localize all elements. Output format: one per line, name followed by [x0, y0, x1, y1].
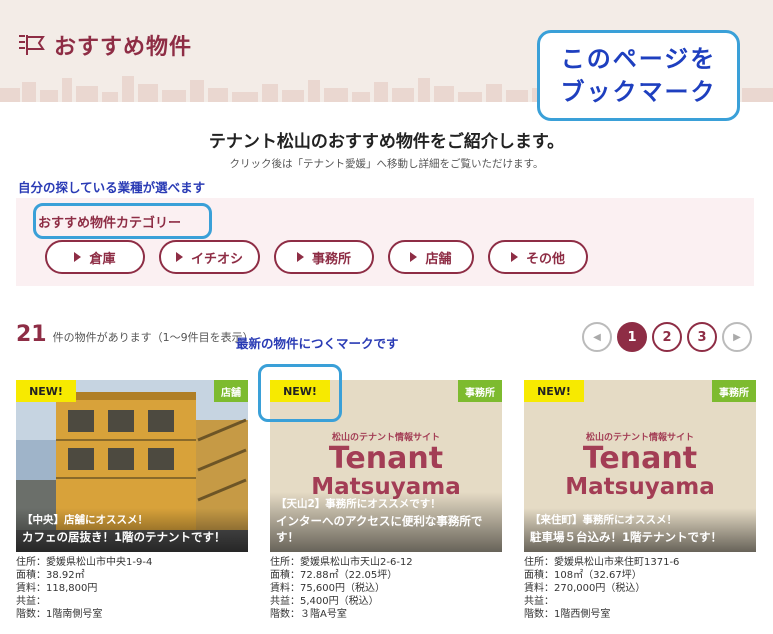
intro-title: テナント松山のおすすめ物件をご紹介します。 — [208, 132, 565, 152]
result-count: 21 件の物件があります（1〜9件目を表示） — [16, 322, 254, 347]
flag-icon — [19, 35, 45, 55]
new-badge: NEW! — [524, 380, 584, 402]
category-badge: 事務所 — [712, 380, 756, 402]
property-info: 住所：愛媛県松山市中央1-9-4 面積：38.92㎡ 賃料：118,800円 共… — [16, 557, 153, 620]
pager-page-3[interactable]: 3 — [687, 322, 717, 352]
header-title: おすすめ物件 — [16, 29, 192, 61]
category-button-store[interactable]: 店舗 — [388, 240, 474, 274]
pager-page-2[interactable]: 2 — [652, 322, 682, 352]
category-panel: おすすめ物件カテゴリー 倉庫 イチオシ 事務所 店舗 その他 — [16, 198, 754, 286]
category-annotation: 自分の探している業種が選べます — [18, 180, 206, 195]
pagination: ◀ 1 2 3 ▶ — [582, 322, 752, 352]
tenant-matsuyama-logo: 松山のテナント情報サイト Tenant Matsuyama — [311, 433, 461, 500]
new-badge-highlight-ring — [258, 364, 342, 422]
pager-prev-button[interactable]: ◀ — [582, 322, 612, 352]
bookmark-callout[interactable]: このページを ブックマーク — [537, 30, 740, 121]
card-caption: 【天山2】事務所にオススメです！ インターへのアクセスに便利な事務所です！ — [270, 492, 502, 552]
play-icon — [175, 252, 183, 262]
page-title: おすすめ物件 — [54, 35, 193, 60]
category-button-featured[interactable]: イチオシ — [159, 240, 260, 274]
pager-page-1[interactable]: 1 — [617, 322, 647, 352]
bookmark-line-1: このページを — [560, 44, 717, 73]
property-info: 住所：愛媛県松山市来住町1371-6 面積：108㎡（32.67坪） 賃料：27… — [524, 557, 680, 620]
intro-subtitle: クリック後は「テナント愛媛」へ移動し詳細をご覧いただけます。 — [229, 158, 544, 170]
category-button-other[interactable]: その他 — [488, 240, 588, 274]
bookmark-line-2: ブックマーク — [560, 77, 717, 106]
category-label: おすすめ物件カテゴリー — [38, 216, 182, 231]
category-badge: 店舗 — [214, 380, 248, 402]
play-icon — [510, 252, 518, 262]
category-badge: 事務所 — [458, 380, 502, 402]
property-card[interactable]: 松山のテナント情報サイト Tenant Matsuyama NEW! 事務所 【… — [524, 380, 756, 621]
result-count-text: 件の物件があります（1〜9件目を表示） — [52, 331, 254, 344]
property-photo[interactable]: NEW! 店舗 【中央】店舗にオススメ！ カフェの居抜き！1階のテナントです！ — [16, 380, 248, 552]
category-button-warehouse[interactable]: 倉庫 — [45, 240, 145, 274]
play-icon — [296, 252, 304, 262]
play-icon — [410, 252, 418, 262]
play-icon — [74, 252, 82, 262]
card-caption: 【中央】店舗にオススメ！ カフェの居抜き！1階のテナントです！ — [16, 508, 248, 552]
category-buttons: 倉庫 イチオシ 事務所 店舗 その他 — [45, 240, 588, 274]
tenant-matsuyama-logo: 松山のテナント情報サイト Tenant Matsuyama — [565, 433, 715, 500]
category-button-office[interactable]: 事務所 — [274, 240, 374, 274]
result-count-number: 21 — [16, 322, 47, 347]
card-caption: 【来住町】事務所にオススメ！ 駐車場５台込み！1階テナントです！ — [524, 508, 756, 552]
property-info: 住所：愛媛県松山市天山2-6-12 面積：72.88㎡（22.05坪） 賃料：7… — [270, 557, 413, 620]
pager-next-button[interactable]: ▶ — [722, 322, 752, 352]
property-photo[interactable]: 松山のテナント情報サイト Tenant Matsuyama NEW! 事務所 【… — [524, 380, 756, 552]
new-mark-annotation: 最新の物件につくマークです — [236, 336, 399, 351]
new-badge: NEW! — [16, 380, 76, 402]
property-card[interactable]: NEW! 店舗 【中央】店舗にオススメ！ カフェの居抜き！1階のテナントです！ … — [16, 380, 248, 621]
